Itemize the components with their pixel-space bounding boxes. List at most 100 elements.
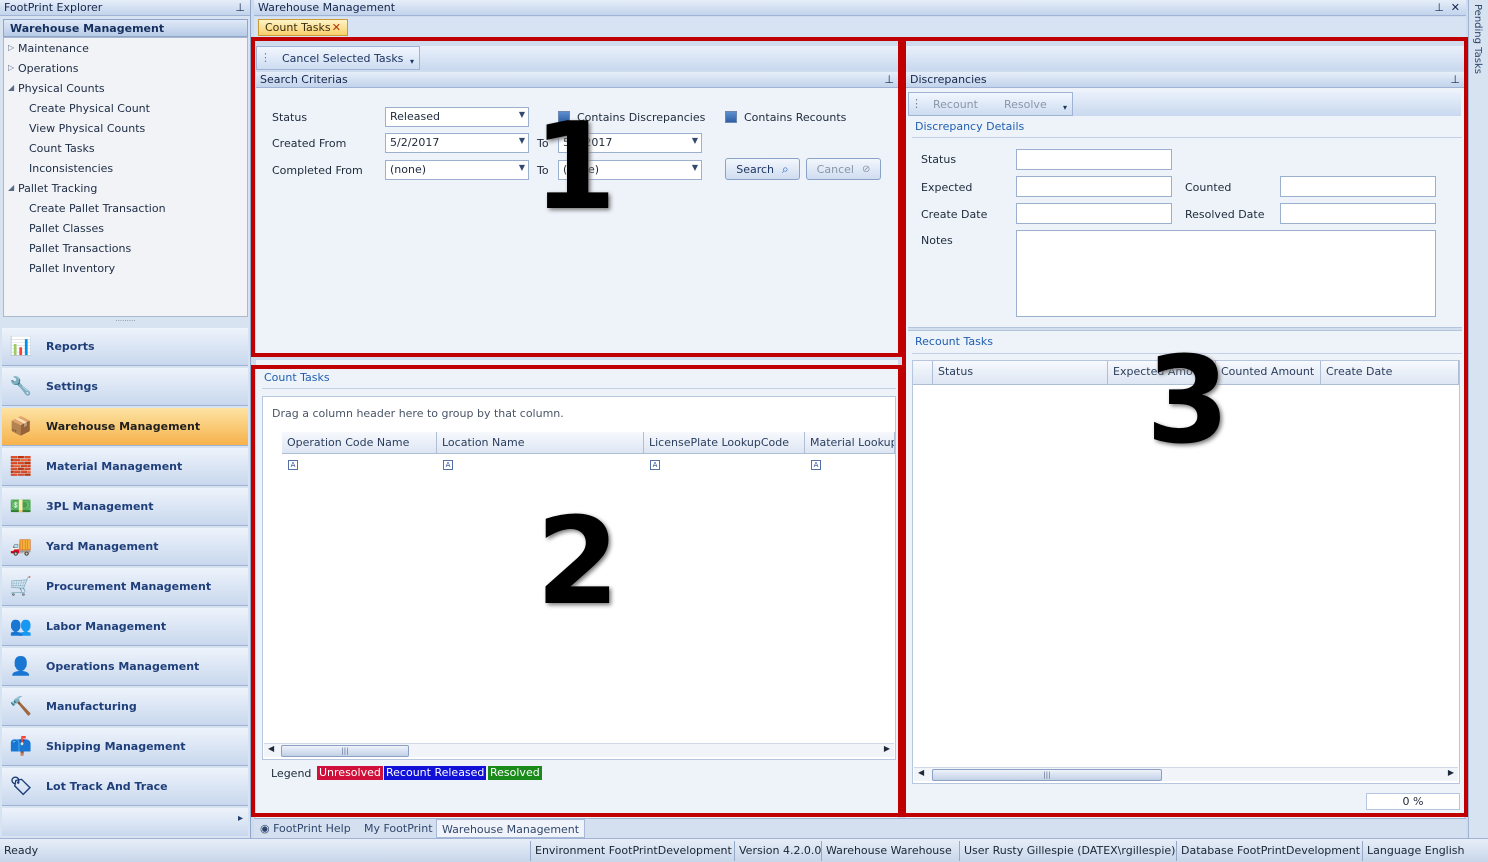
dropdown-arrow-icon[interactable]: ▼ <box>692 163 698 172</box>
completed-from-label: Completed From <box>272 164 363 177</box>
tab-my-footprint[interactable]: My FootPrint <box>364 822 433 835</box>
collapsed-arrow-icon[interactable]: ▷ <box>8 63 14 72</box>
pin-icon[interactable]: ⊥ <box>1434 0 1444 15</box>
toolbar-overflow-icon[interactable]: ▾ <box>1063 103 1067 112</box>
dropdown-arrow-icon[interactable]: ▼ <box>519 163 525 172</box>
contains-recounts-label: Contains Recounts <box>744 111 847 124</box>
tree-item-label: Create Physical Count <box>29 102 150 115</box>
scroll-thumb[interactable]: ||| <box>281 745 409 757</box>
cancel-selected-tasks-button[interactable]: Cancel Selected Tasks <box>282 52 403 65</box>
status-bar: Ready Environment FootPrintDevelopment V… <box>0 838 1488 862</box>
filter-icon[interactable]: A <box>288 460 298 470</box>
tree-item[interactable]: Create Physical Count <box>29 102 150 115</box>
expanded-arrow-icon[interactable]: ◢ <box>8 83 14 92</box>
nav-button[interactable]: 🔨 Manufacturing <box>2 688 248 726</box>
tree-item[interactable]: Create Pallet Transaction <box>29 202 166 215</box>
filter-icon[interactable]: A <box>650 460 660 470</box>
filter-icon[interactable]: A <box>443 460 453 470</box>
explorer-section-header[interactable]: Warehouse Management <box>3 19 248 37</box>
nav-button[interactable]: 💵 3PL Management <box>2 488 248 526</box>
scroll-left-icon[interactable]: ◀ <box>918 768 924 777</box>
search-button[interactable]: Search ⌕ <box>725 158 800 180</box>
column-header[interactable]: Status <box>933 361 1108 385</box>
tab-warehouse-management[interactable]: Warehouse Management <box>436 819 586 838</box>
scroll-left-icon[interactable]: ◀ <box>268 744 274 753</box>
recount-tasks-title: Recount Tasks <box>915 335 993 348</box>
toolbar-overflow-icon[interactable]: ▾ <box>410 57 414 66</box>
tab-count-tasks[interactable]: Count Tasks ✕ <box>258 19 348 36</box>
tree-item-label: Maintenance <box>18 42 89 55</box>
nav-overflow-icon[interactable]: ▸ <box>238 813 243 824</box>
notes-field[interactable] <box>1016 230 1436 317</box>
tree-item[interactable]: View Physical Counts <box>29 122 145 135</box>
status-select[interactable]: Released ▼ <box>385 107 529 127</box>
pin-icon[interactable]: ⊥ <box>235 0 245 15</box>
column-header[interactable]: Create Date <box>1321 361 1459 385</box>
expected-field[interactable] <box>1016 176 1172 197</box>
column-header[interactable]: Counted Amount <box>1216 361 1321 385</box>
divider <box>1176 841 1177 861</box>
nav-button[interactable]: 🧱 Material Management <box>2 448 248 486</box>
pin-icon[interactable]: ⊥ <box>884 72 894 87</box>
toolbar-grip: ⋮ <box>911 97 922 110</box>
nav-button[interactable]: 📊 Reports <box>2 328 248 366</box>
tab-close-icon[interactable]: ✕ <box>332 21 341 34</box>
recount-button[interactable]: Recount <box>933 98 978 111</box>
dropdown-arrow-icon[interactable]: ▼ <box>519 136 525 145</box>
nav-button[interactable]: 👥 Labor Management <box>2 608 248 646</box>
splitter-grip[interactable]: ········· <box>3 318 248 326</box>
scroll-right-icon[interactable]: ▶ <box>1448 768 1454 777</box>
expanded-arrow-icon[interactable]: ◢ <box>8 183 14 192</box>
pending-tasks-sidebar[interactable]: Pending Tasks <box>1468 0 1488 838</box>
warehouse-icon: 📦 <box>9 416 33 437</box>
tree-item[interactable]: Pallet Classes <box>29 222 104 235</box>
resolve-button[interactable]: Resolve <box>1004 98 1047 111</box>
scroll-right-icon[interactable]: ▶ <box>884 744 890 753</box>
dropdown-arrow-icon[interactable]: ▼ <box>519 110 525 119</box>
count-tasks-hscroll[interactable]: ◀ ||| ▶ <box>264 743 894 757</box>
tree-item[interactable]: ◢ Pallet Tracking <box>8 182 97 195</box>
column-header[interactable]: Material Lookup Code <box>805 432 895 454</box>
completed-from-date[interactable]: (none) ▼ <box>385 160 529 180</box>
status-warehouse: Warehouse Warehouse <box>826 844 952 857</box>
scroll-thumb[interactable]: ||| <box>932 769 1162 781</box>
tree-item[interactable]: Count Tasks <box>29 142 95 155</box>
created-from-date[interactable]: 5/2/2017 ▼ <box>385 133 529 153</box>
nav-button[interactable]: 📫 Shipping Management <box>2 728 248 766</box>
cancel-icon: ⊘ <box>861 163 871 175</box>
count-tasks-title: Count Tasks <box>264 371 330 384</box>
nav-button[interactable]: 👤 Operations Management <box>2 648 248 686</box>
column-header[interactable]: LicensePlate LookupCode <box>644 432 805 454</box>
column-header[interactable]: Location Name <box>437 432 644 454</box>
tree-item[interactable]: Pallet Transactions <box>29 242 131 255</box>
nav-button[interactable]: 🔧 Settings <box>2 368 248 406</box>
cancel-search-button[interactable]: Cancel ⊘ <box>806 158 881 180</box>
tree-item[interactable]: ▷ Maintenance <box>8 42 89 55</box>
manufacturing-icon: 🔨 <box>9 696 33 717</box>
nav-button[interactable]: 🏷 Lot Track And Trace <box>2 768 248 806</box>
nav-button[interactable]: 🚚 Yard Management <box>2 528 248 566</box>
tree-item[interactable]: Pallet Inventory <box>29 262 115 275</box>
tree-item[interactable]: Inconsistencies <box>29 162 113 175</box>
close-icon[interactable]: ✕ <box>1451 0 1460 15</box>
create-date-field[interactable] <box>1016 203 1172 224</box>
disc-status-field[interactable] <box>1016 149 1172 170</box>
collapsed-arrow-icon[interactable]: ▷ <box>8 43 14 52</box>
divider <box>1362 841 1363 861</box>
explorer-tree: ▷ Maintenance ▷ Operations ◢ Physical Counts C… <box>3 37 248 317</box>
counted-field[interactable] <box>1280 176 1436 197</box>
tree-item[interactable]: ◢ Physical Counts <box>8 82 105 95</box>
resolved-date-field[interactable] <box>1280 203 1436 224</box>
contains-recounts-checkbox[interactable] <box>725 111 737 123</box>
tab-footprint-help[interactable]: ◉ FootPrint Help <box>260 822 351 835</box>
column-header[interactable]: Operation Code Name <box>282 432 437 454</box>
pin-icon[interactable]: ⊥ <box>1450 72 1460 87</box>
details-splitter[interactable] <box>908 327 1462 331</box>
nav-button[interactable]: 📦 Warehouse Management <box>2 408 248 446</box>
filter-icon[interactable]: A <box>811 460 821 470</box>
nav-button[interactable]: 🛒 Procurement Management <box>2 568 248 606</box>
recount-tasks-hscroll[interactable]: ◀ ||| ▶ <box>914 767 1458 781</box>
dropdown-arrow-icon[interactable]: ▼ <box>692 136 698 145</box>
tree-item-label: Pallet Transactions <box>29 242 132 255</box>
tree-item[interactable]: ▷ Operations <box>8 62 78 75</box>
